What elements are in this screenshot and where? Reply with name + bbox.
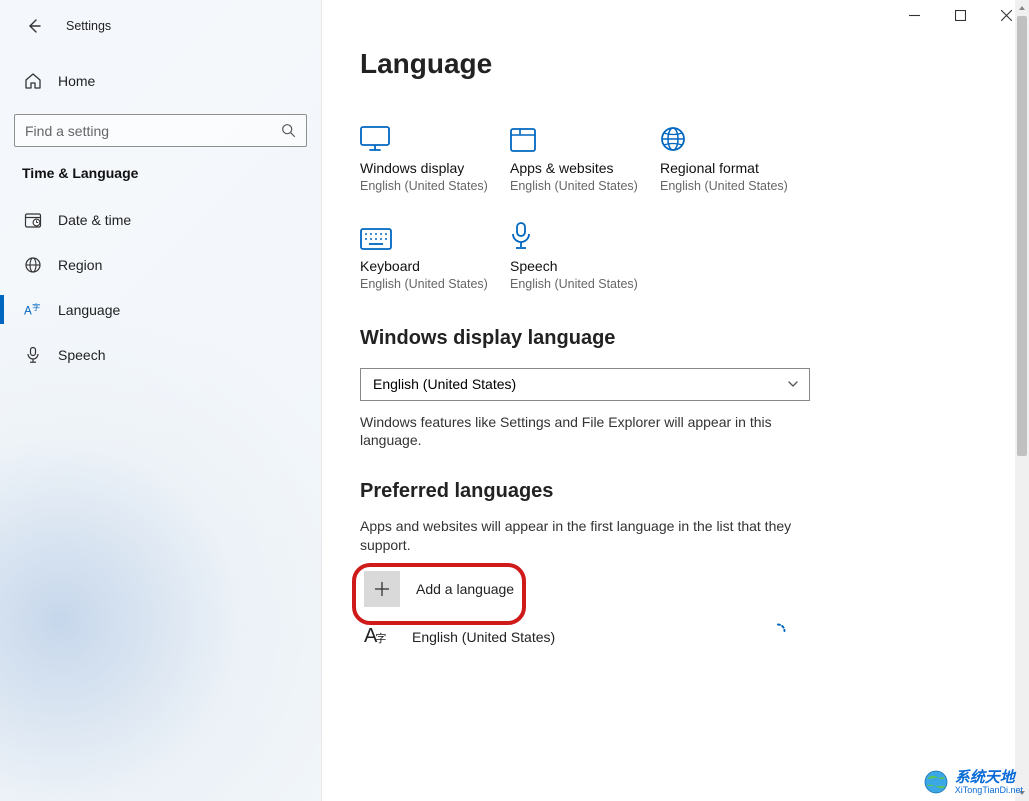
watermark-subtext: XiTongTianDi.net	[955, 785, 1023, 795]
display-language-dropdown[interactable]: English (United States)	[360, 368, 810, 401]
globe-large-icon	[660, 122, 800, 152]
preferred-languages-help: Apps and websites will appear in the fir…	[360, 517, 810, 555]
loading-spinner-icon	[770, 623, 786, 639]
microphone-large-icon	[510, 220, 650, 250]
tile-title: Windows display	[360, 160, 500, 176]
svg-text:字: 字	[32, 302, 40, 312]
back-button[interactable]	[16, 8, 52, 44]
display-language-help: Windows features like Settings and File …	[360, 413, 810, 451]
microphone-icon	[22, 346, 44, 364]
page-title: Language	[360, 48, 1011, 80]
watermark-globe-icon	[923, 769, 949, 795]
sidebar-item-language[interactable]: A字 Language	[0, 287, 321, 332]
sidebar-item-speech[interactable]: Speech	[0, 332, 321, 377]
minimize-button[interactable]	[891, 0, 937, 30]
language-glyph-icon: A字	[364, 625, 400, 648]
sidebar-item-label: Date & time	[58, 212, 131, 228]
plus-icon	[364, 571, 400, 607]
vertical-scrollbar[interactable]	[1015, 0, 1029, 801]
watermark: 系统天地 XiTongTianDi.net	[923, 769, 1023, 795]
title-bar: Settings	[0, 6, 321, 46]
tile-regional-format[interactable]: Regional format English (United States)	[660, 122, 800, 194]
sidebar-item-region[interactable]: Region	[0, 242, 321, 287]
tile-sub: English (United States)	[360, 178, 500, 194]
tile-sub: English (United States)	[510, 276, 650, 292]
language-overview-tiles: Windows display English (United States) …	[360, 122, 1011, 293]
sidebar: Settings Home Time & Language Date & tim…	[0, 0, 322, 801]
home-icon	[22, 72, 44, 90]
preferred-languages-heading: Preferred languages	[360, 480, 1011, 503]
tile-keyboard[interactable]: Keyboard English (United States)	[360, 220, 500, 292]
search-box[interactable]	[14, 114, 307, 147]
sidebar-item-date-time[interactable]: Date & time	[0, 197, 321, 242]
maximize-button[interactable]	[937, 0, 983, 30]
date-time-icon	[22, 211, 44, 229]
sidebar-item-label: Speech	[58, 347, 105, 363]
keyboard-icon	[360, 220, 500, 250]
tile-speech[interactable]: Speech English (United States)	[510, 220, 650, 292]
close-button[interactable]	[983, 0, 1029, 30]
window-icon	[510, 122, 650, 152]
app-title: Settings	[66, 19, 111, 33]
installed-language-item[interactable]: A字 English (United States)	[360, 619, 1011, 654]
scroll-thumb[interactable]	[1017, 16, 1027, 456]
tile-sub: English (United States)	[510, 178, 650, 194]
svg-text:A: A	[24, 304, 32, 317]
display-language-heading: Windows display language	[360, 327, 1011, 350]
tile-title: Regional format	[660, 160, 800, 176]
home-label: Home	[58, 73, 95, 89]
sidebar-section-title: Time & Language	[0, 159, 321, 197]
globe-icon	[22, 256, 44, 274]
add-language-button[interactable]: Add a language	[360, 567, 518, 611]
tile-apps-websites[interactable]: Apps & websites English (United States)	[510, 122, 650, 194]
chevron-down-icon	[787, 378, 799, 390]
tile-title: Keyboard	[360, 258, 500, 274]
language-icon: A字	[22, 301, 44, 319]
sidebar-item-label: Region	[58, 257, 102, 273]
tile-sub: English (United States)	[660, 178, 800, 194]
tile-title: Apps & websites	[510, 160, 650, 176]
tile-sub: English (United States)	[360, 276, 500, 292]
tile-windows-display[interactable]: Windows display English (United States)	[360, 122, 500, 194]
monitor-icon	[360, 122, 500, 152]
search-input[interactable]	[25, 123, 281, 139]
installed-language-name: English (United States)	[412, 629, 555, 645]
add-language-label: Add a language	[416, 581, 514, 597]
tile-title: Speech	[510, 258, 650, 274]
search-icon	[281, 123, 296, 138]
scroll-track[interactable]	[1015, 16, 1029, 785]
sidebar-item-label: Language	[58, 302, 120, 318]
window-controls	[891, 0, 1029, 30]
home-link[interactable]: Home	[0, 58, 321, 104]
display-language-selected: English (United States)	[373, 376, 516, 392]
watermark-text: 系统天地	[955, 770, 1023, 785]
main-content: Language Windows display English (United…	[322, 0, 1029, 801]
